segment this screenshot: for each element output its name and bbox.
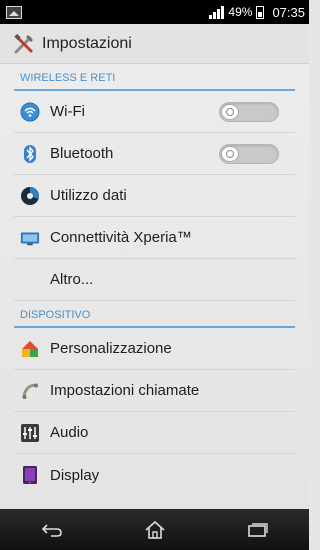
settings-item-label: Utilizzo dati <box>50 187 127 204</box>
xperia-connectivity-icon <box>20 228 40 248</box>
toggle-knob <box>221 146 239 162</box>
settings-item-audio[interactable]: Audio <box>14 412 295 454</box>
home-icon[interactable] <box>135 515 175 545</box>
bluetooth-icon <box>20 144 40 164</box>
settings-item-label: Personalizzazione <box>50 340 172 357</box>
display-icon <box>20 465 40 485</box>
wifi-toggle[interactable] <box>219 102 279 122</box>
clock: 07:35 <box>272 4 305 20</box>
settings-item-label: Altro... <box>50 271 94 288</box>
settings-tools-icon[interactable] <box>12 32 36 56</box>
navigation-bar <box>0 509 309 550</box>
settings-item-display[interactable]: Display <box>14 454 295 496</box>
action-bar: Impostazioni <box>0 24 309 64</box>
toggle-knob <box>221 104 239 120</box>
settings-item-label: Wi-Fi <box>50 103 85 120</box>
signal-icon <box>209 5 225 19</box>
settings-item-wifi[interactable]: Wi-Fi <box>14 91 295 133</box>
settings-item-label: Bluetooth <box>50 145 114 162</box>
back-icon[interactable] <box>32 515 72 545</box>
settings-item-label: Audio <box>50 424 89 441</box>
settings-list: WIRELESS E RETI Wi-Fi Bluetooth Utilizzo… <box>0 64 309 509</box>
settings-item-xperia-connectivity[interactable]: Connettività Xperia™ <box>14 217 295 259</box>
settings-item-bluetooth[interactable]: Bluetooth <box>14 133 295 175</box>
settings-item-label: Impostazioni chiamate <box>50 382 200 399</box>
settings-item-label: Connettività Xperia™ <box>50 229 192 246</box>
settings-item-personalization[interactable]: Personalizzazione <box>14 328 295 370</box>
settings-item-call-settings[interactable]: Impostazioni chiamate <box>14 370 295 412</box>
wifi-icon <box>20 102 40 122</box>
page-title: Impostazioni <box>42 34 132 52</box>
settings-item-more[interactable]: Altro... <box>14 259 295 301</box>
status-bar: 49% 07:35 <box>0 0 309 24</box>
audio-equalizer-icon <box>20 423 40 443</box>
recent-apps-icon[interactable] <box>238 515 278 545</box>
battery-percentage: 49% <box>228 5 253 19</box>
bluetooth-toggle[interactable] <box>219 144 279 164</box>
data-usage-icon <box>20 186 40 206</box>
settings-item-label: Display <box>50 466 100 484</box>
personalization-icon <box>20 339 40 359</box>
section-header-device: DISPOSITIVO <box>14 301 295 328</box>
phone-icon <box>20 381 40 401</box>
battery-icon <box>256 5 265 19</box>
settings-item-data-usage[interactable]: Utilizzo dati <box>14 175 295 217</box>
section-header-wireless: WIRELESS E RETI <box>14 64 295 91</box>
screenshot-notification-icon <box>6 5 22 19</box>
